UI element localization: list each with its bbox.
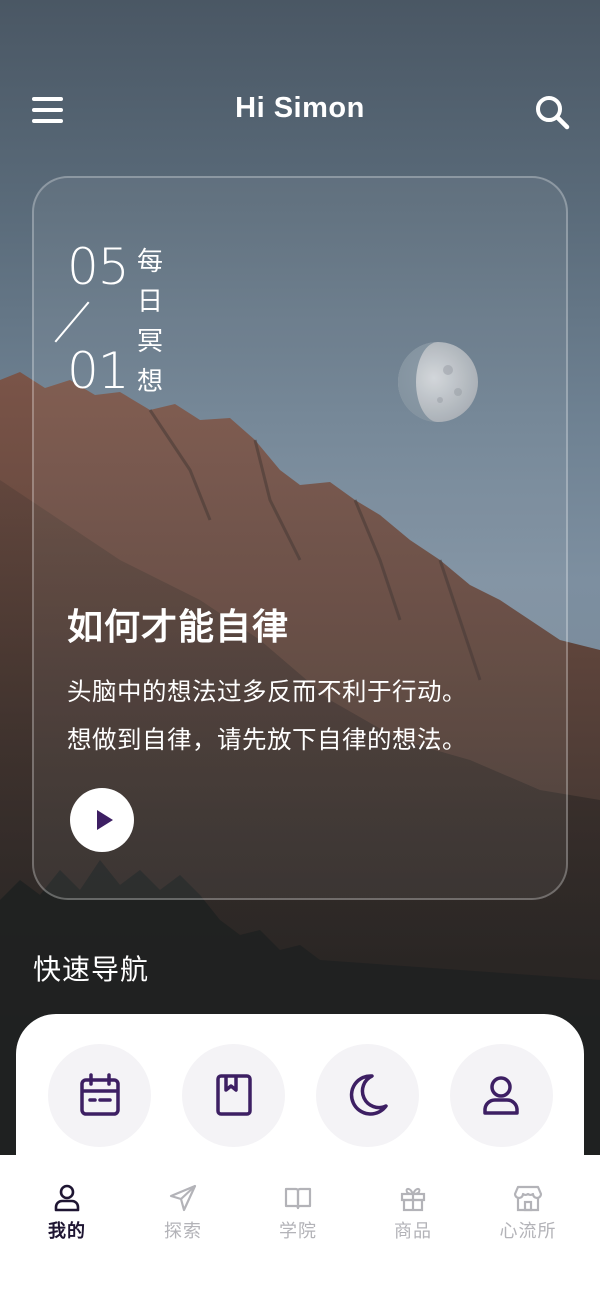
top-header: Hi Simon: [0, 80, 600, 140]
user-icon: [483, 1076, 519, 1115]
quick-nav-title: 快速导航: [33, 953, 150, 986]
daily-label-char: 日: [136, 287, 163, 317]
open-book-icon: [284, 1187, 312, 1210]
tab-label: 心流所: [499, 1221, 557, 1242]
tab-mine[interactable]: 我的: [17, 1183, 117, 1253]
quick-nav-profile[interactable]: [450, 1044, 553, 1147]
moon-icon: [349, 1074, 388, 1116]
bookmark-book-icon: [216, 1074, 252, 1116]
quick-nav-bookmark[interactable]: [182, 1044, 285, 1147]
meditation-title: 如何才能自律: [67, 607, 290, 648]
search-icon[interactable]: [532, 92, 572, 132]
description-line: 头脑中的想法过多反而不利于行动。: [67, 677, 467, 706]
date-day: 01: [67, 342, 130, 400]
daily-label-char: 每: [136, 247, 163, 277]
play-button[interactable]: [70, 788, 134, 852]
tab-label: 商品: [394, 1221, 432, 1242]
paper-plane-icon: [169, 1184, 197, 1212]
tab-academy[interactable]: 学院: [248, 1183, 348, 1253]
play-icon: [97, 810, 113, 830]
greeting-title: Hi Simon: [235, 92, 365, 124]
daily-meditation-label: 每 日 冥 想: [134, 242, 166, 402]
quick-nav-sleep[interactable]: [316, 1044, 419, 1147]
meditation-description: 头脑中的想法过多反而不利于行动。 想做到自律，请先放下自律的想法。: [67, 668, 547, 764]
date-divider: [54, 301, 90, 343]
description-line: 想做到自律，请先放下自律的想法。: [67, 725, 467, 754]
user-icon: [54, 1184, 80, 1212]
tab-explore[interactable]: 探索: [133, 1183, 233, 1253]
tab-label: 探索: [164, 1221, 202, 1242]
tab-products[interactable]: 商品: [363, 1183, 463, 1253]
tab-label: 学院: [279, 1221, 317, 1242]
date-month: 05: [67, 238, 130, 296]
quick-nav-calendar[interactable]: [48, 1044, 151, 1147]
gift-icon: [400, 1187, 426, 1212]
store-icon: [513, 1185, 543, 1212]
daily-meditation-card[interactable]: 05 01 每 日 冥 想 如何才能自律 头脑中的想法过多反而不利于行动。 想做…: [32, 176, 568, 900]
daily-label-char: 想: [136, 367, 163, 397]
daily-label-char: 冥: [136, 327, 163, 357]
tab-label: 我的: [48, 1221, 86, 1242]
bottom-tab-bar: 我的 探索 学院 商品 心流所: [0, 1155, 600, 1299]
tab-flow-space[interactable]: 心流所: [478, 1183, 578, 1253]
calendar-icon: [80, 1073, 120, 1116]
